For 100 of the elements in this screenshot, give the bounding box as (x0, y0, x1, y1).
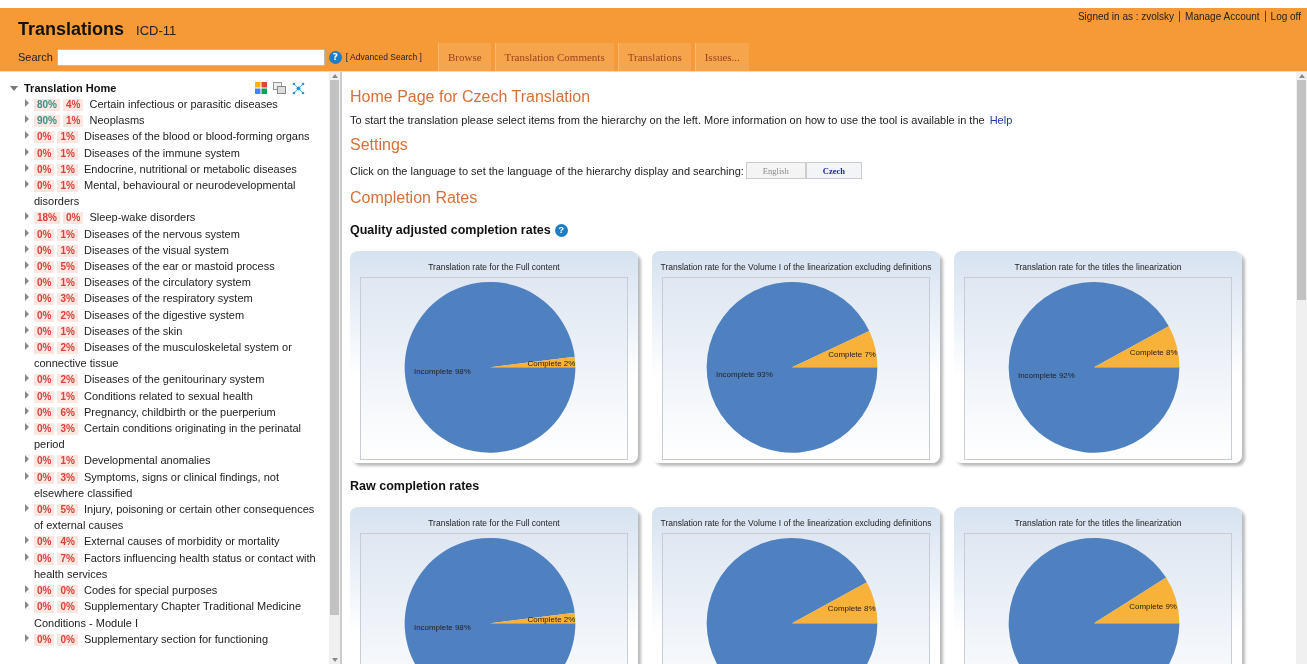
collapsed-icon[interactable] (24, 585, 30, 594)
tree-item[interactable]: 0% 1% Developmental anomalies (34, 452, 319, 469)
scroll-up-icon[interactable] (1298, 74, 1305, 78)
reviewed-rate: 1% (57, 244, 78, 257)
tree-item[interactable]: 0% 1% Diseases of the circulatory system (34, 274, 319, 291)
advanced-search-link[interactable]: [ Advanced Search ] (345, 52, 422, 62)
reviewed-rate: 1% (57, 228, 78, 241)
collapsed-icon[interactable] (24, 423, 30, 432)
tree-item[interactable]: 0% 1% Diseases of the immune system (34, 144, 319, 161)
slice-label: Incomplete 93% (715, 370, 773, 380)
collapsed-icon[interactable] (24, 309, 30, 318)
app-title: Translations (18, 19, 125, 40)
tree-item[interactable]: 18% 0% Sleep-wake disorders (34, 209, 319, 226)
collapsed-icon[interactable] (24, 115, 30, 124)
copy-icon[interactable] (273, 82, 286, 94)
collapsed-icon[interactable] (24, 212, 30, 221)
tree-item[interactable]: 0% 1% Diseases of the nervous system (34, 225, 319, 242)
tree-item[interactable]: 0% 6% Pregnancy, childbirth or the puerperium (34, 403, 319, 421)
collapsed-icon[interactable] (24, 261, 30, 270)
collapsed-icon[interactable] (24, 552, 30, 561)
tree-item[interactable]: 0% 3% Diseases of the respiratory system (34, 290, 319, 307)
collapsed-icon[interactable] (24, 406, 30, 415)
tree-item[interactable]: 0% 1% Diseases of the skin (34, 322, 319, 340)
tree-item[interactable]: 80% 4% Certain infectious or parasitic diseases (34, 96, 319, 113)
reviewed-rate: 1% (57, 390, 78, 403)
collapsed-icon[interactable] (24, 147, 30, 156)
collapsed-icon[interactable] (24, 131, 30, 140)
chart-title: Translation rate for the titles the linearization (1013, 261, 1183, 274)
expanded-icon[interactable] (10, 84, 18, 92)
help-link[interactable]: Help (989, 114, 1013, 126)
tree-item[interactable]: 0% 0% Supplementary Chapter Traditional Medicine Conditions - Module I (34, 598, 319, 631)
translated-rate: 0% (34, 342, 55, 355)
scroll-down-icon[interactable] (331, 658, 338, 662)
language-button[interactable]: Czech (805, 162, 862, 179)
translated-rate: 0% (34, 390, 55, 403)
collapsed-icon[interactable] (24, 325, 30, 334)
help-icon[interactable]: ? (328, 50, 342, 64)
collapsed-icon[interactable] (24, 633, 30, 642)
tree-root[interactable]: Translation Home (24, 82, 249, 94)
collapsed-icon[interactable] (24, 342, 30, 351)
tree-item[interactable]: 0% 1% Diseases of the visual system (34, 241, 319, 259)
reviewed-rate: 3% (57, 471, 78, 484)
translated-rate: 0% (34, 536, 55, 549)
tree-item[interactable]: 0% 3% Certain conditions originating in the perinatal period (34, 420, 319, 453)
nav-tab[interactable]: Translations (617, 43, 691, 71)
collapsed-icon[interactable] (24, 374, 30, 383)
tree-item[interactable]: 0% 1% Conditions related to sexual health (34, 387, 319, 404)
collapsed-icon[interactable] (24, 244, 30, 253)
collapsed-icon[interactable] (24, 504, 30, 513)
reviewed-rate: 0% (63, 212, 84, 225)
tree-item[interactable]: 0% 2% Diseases of the digestive system (34, 306, 319, 323)
nav-tab[interactable]: Translation Comments (494, 43, 614, 71)
account-link[interactable]: Manage Account (1179, 11, 1260, 22)
collapsed-icon[interactable] (24, 471, 30, 480)
tree-item[interactable]: 0% 7% Factors influencing health status or contact with health services (34, 549, 319, 583)
help-icon[interactable]: ? (554, 223, 568, 237)
collapsed-icon[interactable] (24, 536, 30, 545)
tree-item[interactable]: 0% 4% External causes of morbidity or mortality (34, 533, 319, 550)
tree-item[interactable]: 0% 5% Injury, poisoning or certain other consequences of external causes (34, 501, 319, 534)
reviewed-rate: 3% (57, 293, 78, 306)
account-link[interactable]: Log off (1264, 11, 1301, 22)
tree-item[interactable]: 0% 1% Diseases of the blood or blood-forming organs (34, 128, 319, 145)
tree-item[interactable]: 0% 0% Supplementary section for functioning (34, 630, 319, 647)
translated-rate: 90% (34, 115, 60, 128)
collapsed-icon[interactable] (24, 277, 30, 286)
tree-item[interactable]: 0% 0% Codes for special purposes (34, 582, 319, 599)
collapsed-icon[interactable] (24, 601, 30, 610)
tree-item[interactable]: 0% 2% Diseases of the musculoskeletal system or connective tissue (34, 339, 319, 372)
translated-rate: 0% (34, 471, 55, 484)
collapsed-icon[interactable] (24, 99, 30, 107)
translated-rate: 0% (34, 180, 55, 192)
tree-item[interactable]: 0% 2% Diseases of the genitourinary system (34, 371, 319, 388)
scrollbar[interactable] (329, 72, 340, 664)
reviewed-rate: 6% (57, 406, 78, 419)
scroll-up-icon[interactable] (331, 74, 338, 78)
search-label: Search (18, 51, 53, 63)
translated-rate: 0% (34, 406, 55, 419)
search-field[interactable] (56, 48, 325, 66)
scrollbar[interactable] (1296, 72, 1307, 664)
collapsed-icon[interactable] (24, 180, 30, 188)
nav-tab[interactable]: Browse (437, 43, 491, 71)
translated-rate: 0% (34, 244, 55, 257)
tree-item[interactable]: 0% 3% Symptoms, signs or clinical findings, not elsewhere classified (34, 468, 319, 502)
tree-item[interactable]: 90% 1% Neoplasms (34, 112, 319, 129)
collapsed-icon[interactable] (24, 390, 30, 399)
slice-label: Complete 2% (527, 359, 576, 369)
collapsed-icon[interactable] (24, 228, 30, 237)
reviewed-rate: 1% (57, 325, 78, 338)
color-grid-icon[interactable] (255, 82, 267, 94)
tree-item[interactable]: 0% 5% Diseases of the ear or mastoid process (34, 258, 319, 275)
collapsed-icon[interactable] (24, 455, 30, 464)
tree-item[interactable]: 0% 1% Mental, behavioural or neurodevelopmental disorders (34, 177, 319, 210)
signed-in-text: Signed in as : zvolsky (1077, 11, 1175, 22)
tree-item[interactable]: 0% 1% Endocrine, nutritional or metabolic diseases (34, 160, 319, 177)
network-icon[interactable] (292, 81, 305, 95)
reviewed-rate: 2% (57, 374, 78, 387)
collapsed-icon[interactable] (24, 293, 30, 302)
collapsed-icon[interactable] (24, 163, 30, 172)
chart-title: Translation rate for the Full content (427, 517, 561, 530)
slice-label: Incomplete 98% (413, 623, 471, 633)
